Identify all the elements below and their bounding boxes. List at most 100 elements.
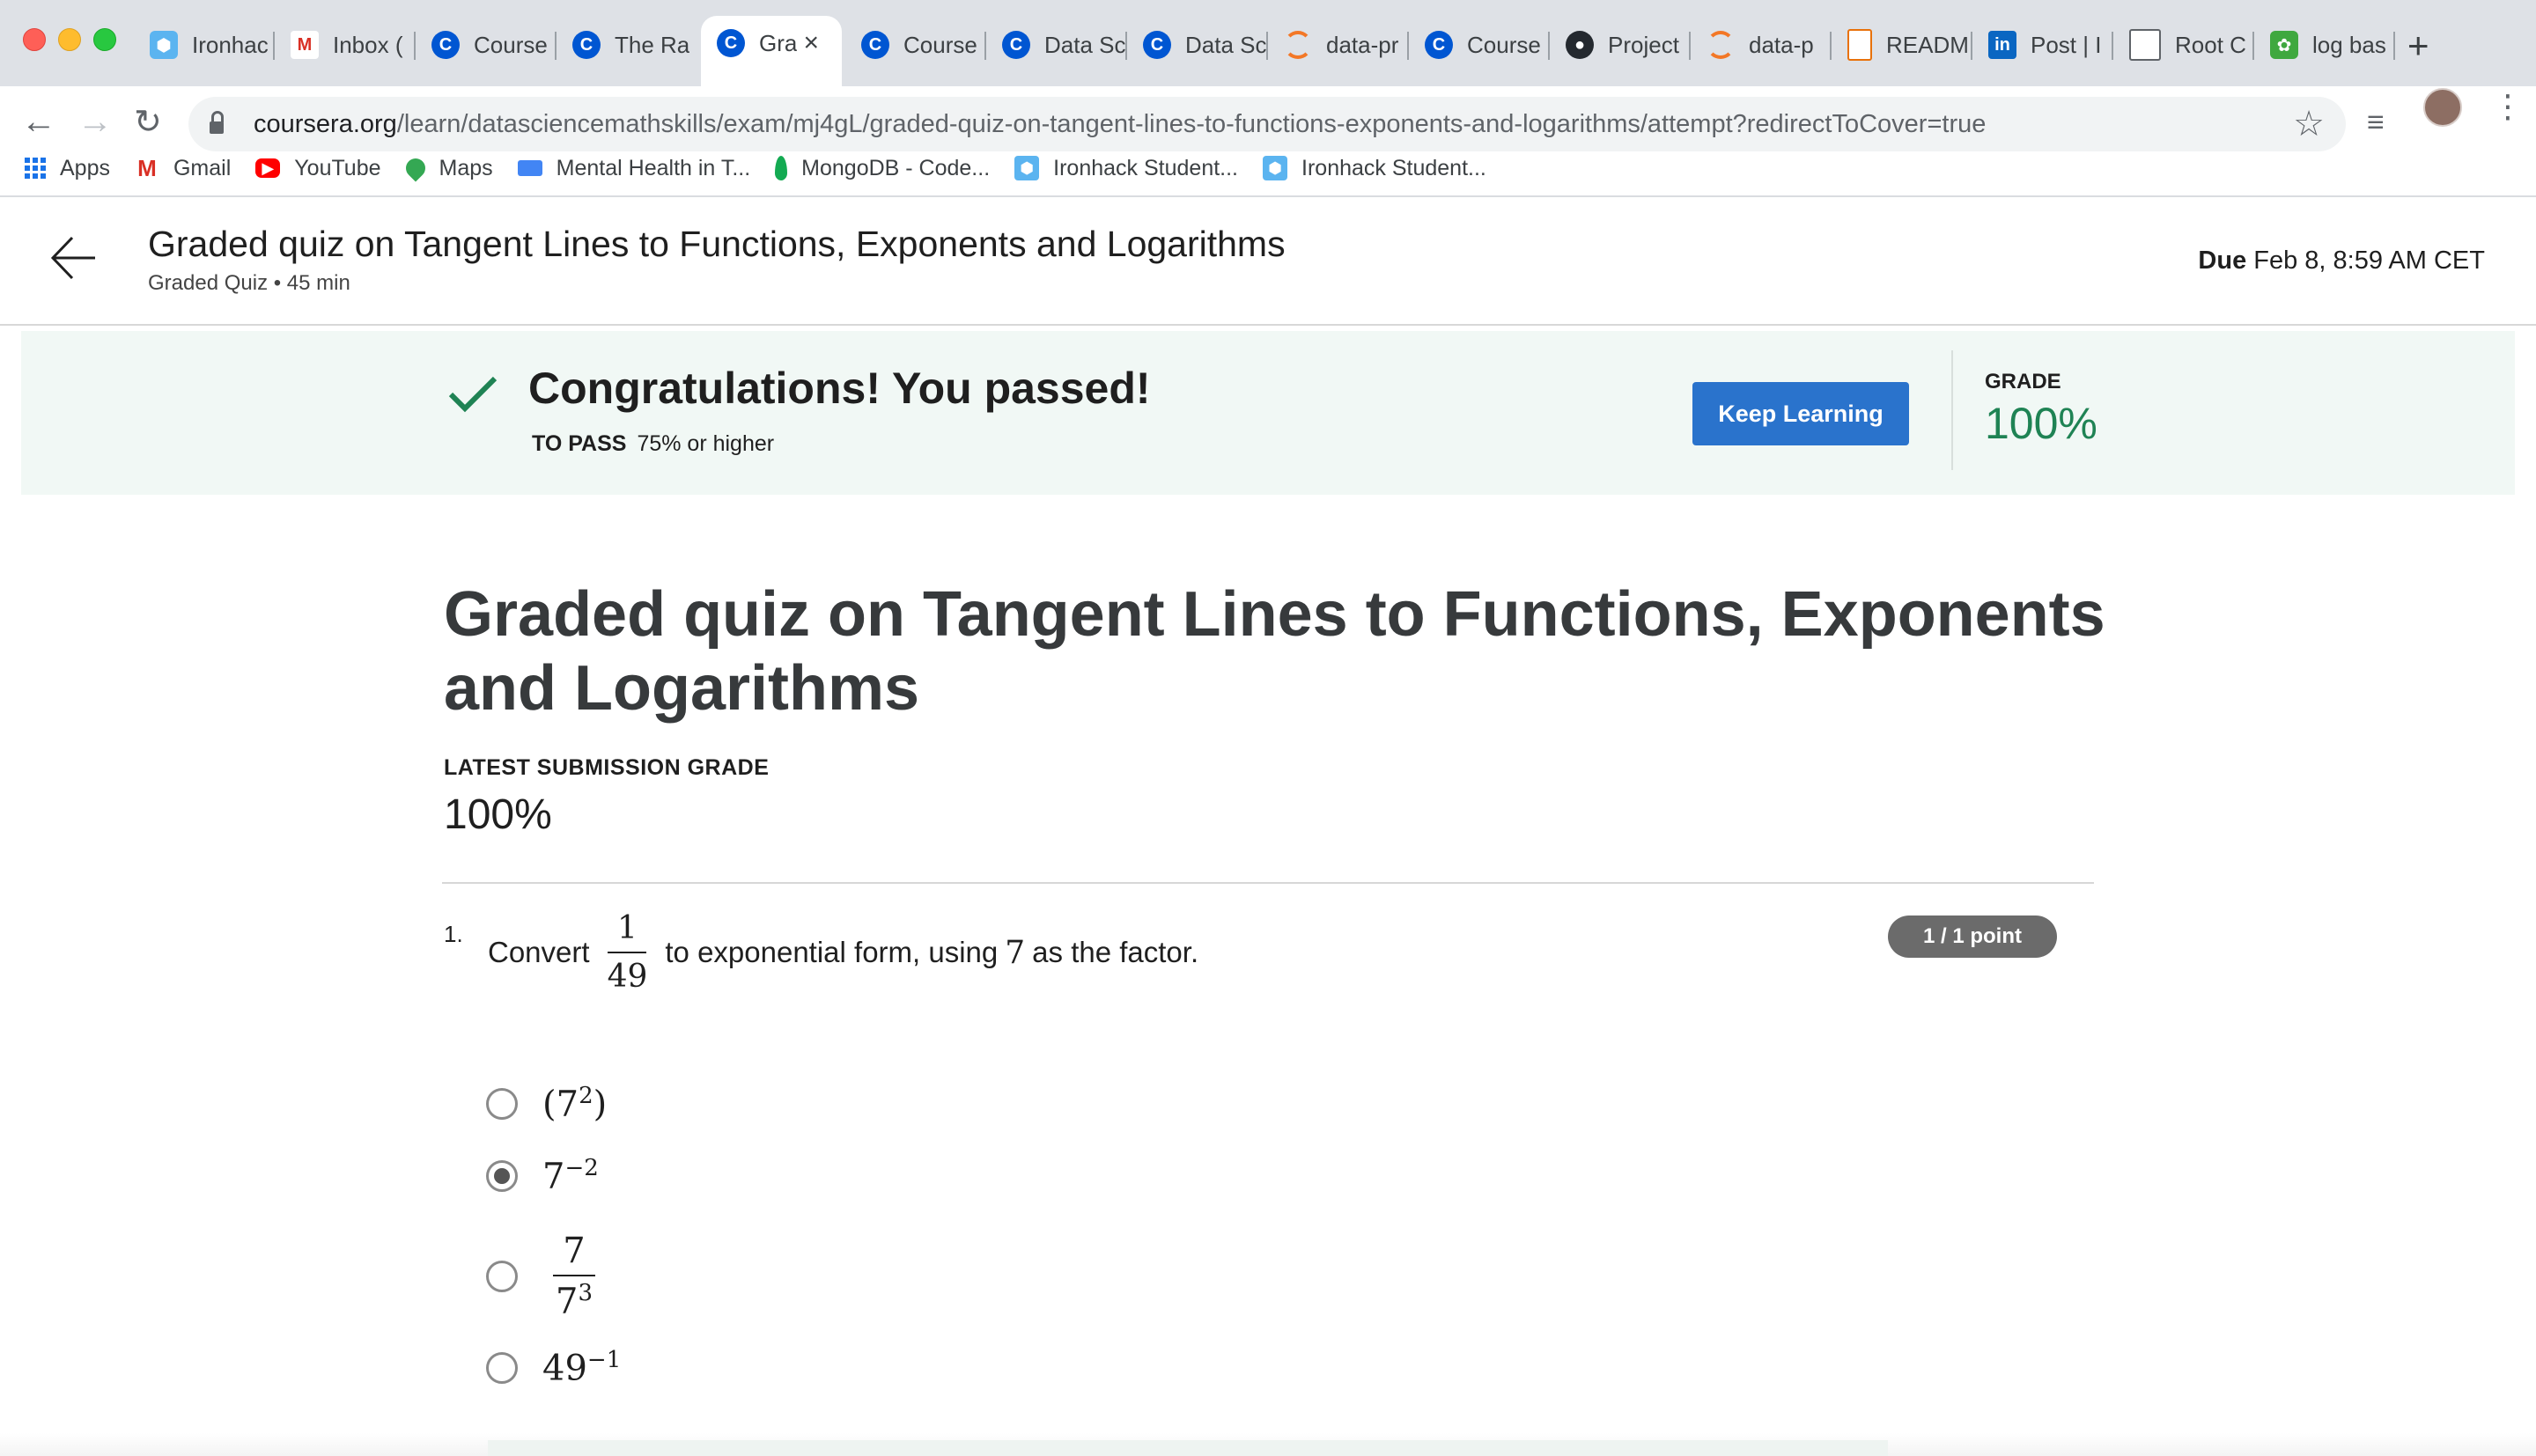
coursera-icon: C: [572, 31, 601, 59]
tab-title: log bas: [2312, 31, 2386, 58]
maximize-window-button[interactable]: [93, 28, 116, 51]
reload-button[interactable]: ↻: [134, 102, 162, 142]
latest-grade-label: LATEST SUBMISSION GRADE: [444, 755, 770, 780]
bookmark-label: Ironhack Student...: [1301, 155, 1486, 180]
back-button[interactable]: ←: [21, 102, 56, 142]
avatar[interactable]: [2423, 88, 2462, 127]
browser-tab[interactable]: ✿ log bas: [2254, 19, 2395, 70]
bookmarks-bar: Apps M Gmail ▶ YouTube Maps Mental Healt…: [0, 148, 2536, 188]
tab-title: READM: [1886, 31, 1969, 58]
tab-title: Course: [903, 31, 977, 58]
bookmark-apps[interactable]: Apps: [25, 156, 110, 181]
coursera-icon: C: [861, 31, 889, 59]
tab-title: Root C: [2175, 31, 2246, 58]
question-number: 1.: [444, 921, 463, 947]
answer-option[interactable]: 7 73: [486, 1231, 595, 1321]
github-icon: ●: [1566, 31, 1594, 59]
bookmark-label: Mental Health in T...: [556, 155, 751, 180]
browser-tab[interactable]: Root C: [2113, 19, 2254, 70]
tab-title: Post | I: [2031, 31, 2102, 58]
bookmark-label: Gmail: [173, 155, 232, 180]
radio-button-selected[interactable]: [486, 1159, 518, 1192]
tab-title: The Ra: [615, 31, 690, 58]
forward-button[interactable]: →: [77, 102, 113, 142]
url-text[interactable]: coursera.org/learn/datasciencemathskills…: [254, 110, 1986, 139]
tab-title: Inbox (: [333, 31, 403, 58]
bookmark-mongodb[interactable]: MongoDB - Code...: [775, 156, 990, 181]
address-bar[interactable]: coursera.org/learn/datasciencemathskills…: [188, 97, 2346, 151]
quiz-title: Graded quiz on Tangent Lines to Function…: [444, 579, 2105, 724]
bookmark-mental-health[interactable]: Mental Health in T...: [517, 155, 751, 181]
gmail-icon: M: [134, 155, 159, 181]
browser-tab[interactable]: M Inbox (: [275, 19, 416, 70]
calculator-icon: [2129, 29, 2161, 61]
tab-title: Course: [1467, 31, 1541, 58]
points-badge: 1 / 1 point: [1888, 916, 2057, 958]
option-label: 7−2: [542, 1155, 599, 1197]
browser-tab[interactable]: data-p: [1691, 19, 1832, 70]
radio-button[interactable]: [486, 1351, 518, 1384]
gear-icon: ✿: [2270, 31, 2298, 59]
browser-tab[interactable]: C Course: [845, 19, 986, 70]
linkedin-icon: in: [1988, 31, 2016, 59]
radio-button[interactable]: [486, 1087, 518, 1120]
browser-tab[interactable]: data-pr: [1268, 19, 1409, 70]
new-tab-button[interactable]: +: [2407, 25, 2429, 67]
bookmark-star-icon[interactable]: ☆: [2293, 104, 2325, 144]
browser-tab[interactable]: READM: [1832, 19, 1972, 70]
back-arrow-icon[interactable]: [49, 234, 97, 282]
tab-strip: ⬢ Ironhac M Inbox ( C Course C The Ra C …: [0, 0, 2536, 86]
option-label: 7 73: [553, 1231, 595, 1321]
grade-label: GRADE: [1985, 370, 2061, 393]
browser-tab[interactable]: ● Project: [1550, 19, 1691, 70]
tab-title: data-pr: [1326, 31, 1399, 58]
jupyter-icon: [1284, 31, 1312, 59]
pass-message: Congratulations! You passed!: [528, 364, 1151, 413]
answer-option[interactable]: (72): [486, 1083, 607, 1124]
browser-tab-active[interactable]: C Gra ×: [701, 16, 842, 86]
banner-divider: [1951, 350, 1953, 470]
mongodb-icon: [775, 156, 788, 180]
pass-requirement: TO PASS 75% or higher: [532, 431, 775, 456]
bookmark-youtube[interactable]: ▶ YouTube: [255, 155, 381, 181]
browser-tab[interactable]: C Course: [1409, 19, 1550, 70]
bookmark-gmail[interactable]: M Gmail: [134, 155, 232, 181]
browser-tab[interactable]: C Data Sc: [1127, 19, 1268, 70]
browser-tab[interactable]: C Course: [416, 19, 557, 70]
bookmark-ironhack-1[interactable]: ⬢ Ironhack Student...: [1014, 156, 1238, 181]
grade-value: 100%: [1985, 399, 2097, 448]
browser-tab[interactable]: ⬢ Ironhac: [134, 19, 275, 70]
gmail-icon: M: [291, 31, 319, 59]
browser-tab[interactable]: C Data Sc: [986, 19, 1127, 70]
keep-learning-button[interactable]: Keep Learning: [1692, 382, 1909, 445]
page-header: Graded quiz on Tangent Lines to Function…: [0, 197, 2536, 326]
page-subtitle: Graded Quiz • 45 min: [148, 271, 350, 295]
bookmark-label: MongoDB - Code...: [801, 155, 991, 180]
answer-option[interactable]: 49−1: [486, 1347, 621, 1388]
bookmark-label: YouTube: [294, 155, 381, 180]
tab-title: Data Sc: [1185, 31, 1267, 58]
radio-button[interactable]: [486, 1260, 518, 1292]
browser-tab[interactable]: C The Ra: [557, 19, 697, 70]
file-icon: [1847, 29, 1872, 61]
divider: [442, 882, 2094, 884]
close-tab-icon[interactable]: ×: [803, 28, 819, 58]
page-title: Graded quiz on Tangent Lines to Function…: [148, 224, 1286, 264]
browser-tab[interactable]: in Post | I: [1972, 19, 2113, 70]
minimize-window-button[interactable]: [58, 28, 81, 51]
ironhack-icon: ⬢: [150, 31, 178, 59]
coursera-icon: C: [431, 31, 460, 59]
menu-kebab-icon[interactable]: ⋮: [2492, 88, 2524, 125]
coursera-icon: C: [1425, 31, 1453, 59]
bookmark-ironhack-2[interactable]: ⬢ Ironhack Student...: [1263, 156, 1486, 181]
close-window-button[interactable]: [23, 28, 46, 51]
coursera-icon: C: [1002, 31, 1030, 59]
answer-option-selected[interactable]: 7−2: [486, 1155, 599, 1196]
youtube-icon: ▶: [255, 158, 281, 178]
tab-title: Gra: [759, 29, 798, 56]
media-control-icon[interactable]: ≡: [2367, 106, 2385, 140]
ironhack-icon: ⬢: [1263, 156, 1288, 180]
option-label: (72): [542, 1083, 608, 1125]
bookmark-maps[interactable]: Maps: [401, 154, 493, 182]
latest-grade-value: 100%: [444, 791, 552, 838]
